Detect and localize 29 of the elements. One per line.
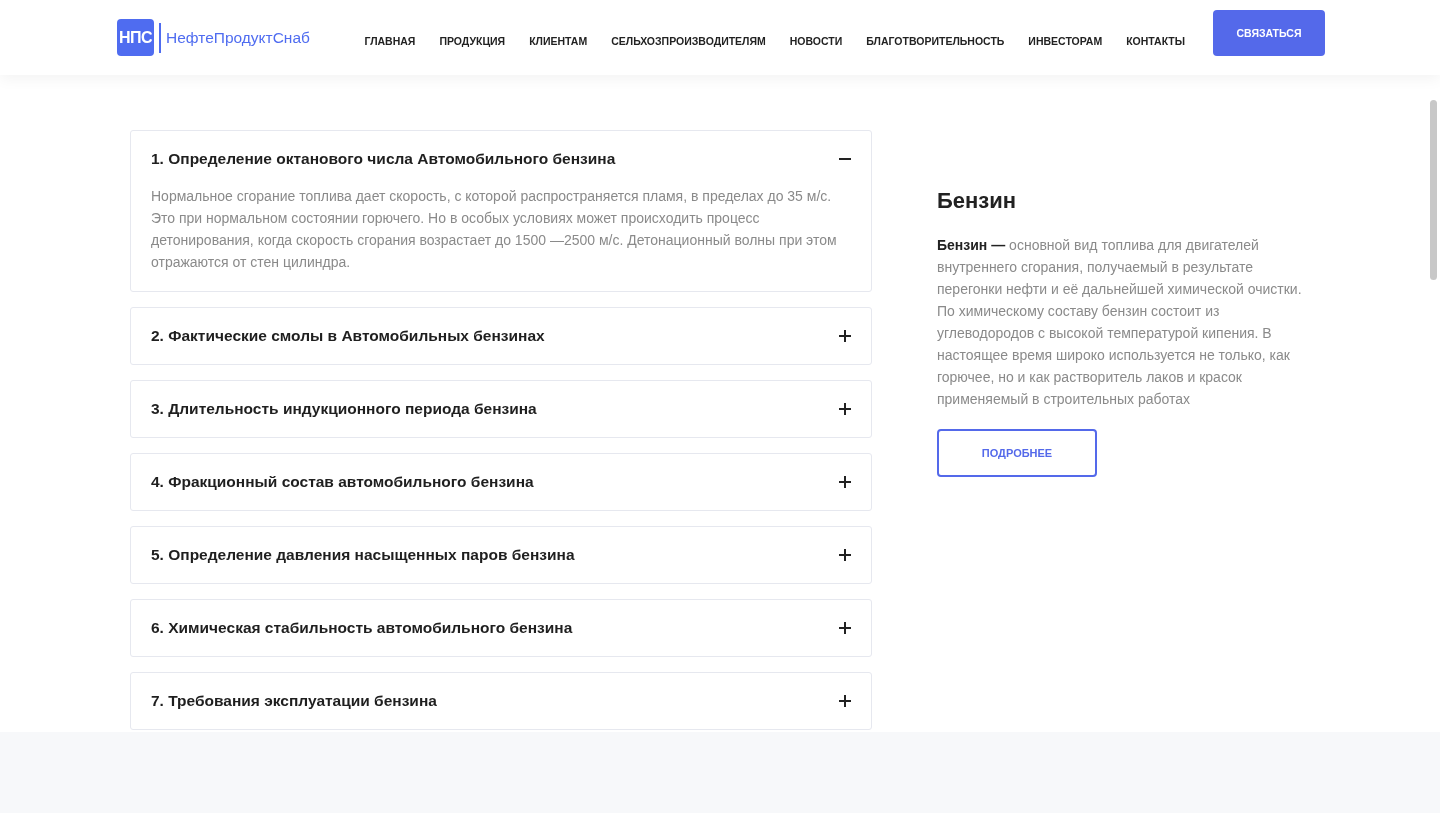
nav-link[interactable]: НОВОСТИ (789, 34, 843, 47)
accordion-title[interactable]: 7. Требования эксплуатации бензина (151, 692, 437, 710)
logo-mark[interactable]: НПС (117, 19, 154, 56)
nav-link[interactable]: КЛИЕНТАМ (529, 34, 588, 47)
more-button[interactable]: ПОДРОБНЕЕ (937, 429, 1097, 477)
accordion-text: Нормальное сгорание топлива дает скорость, с которой распространяется пламя, в пределах до 35 м/с. Это при нормальном состоянии горючего. Но в особых условиях может происходить процесс детонирования, когда скорость сгорания возрастает до 1500 —2500 м/с. Детонационный волны при этом отражаются от стен цилиндра. (151, 187, 838, 272)
nav-link[interactable]: КОНТАКТЫ (1126, 34, 1185, 47)
accordion-title[interactable]: 2. Фактические смолы в Автомобильных бензинах (151, 327, 545, 345)
plus-icon[interactable] (839, 403, 851, 415)
accordion-title[interactable]: 1. Определение октанового числа Автомобильного бензина (151, 150, 616, 168)
contact-button[interactable]: СВЯЗАТЬСЯ (1213, 9, 1325, 56)
plus-icon[interactable] (839, 476, 851, 488)
plus-icon[interactable] (839, 695, 851, 707)
nav-link[interactable]: ИНВЕСТОРАМ (1028, 34, 1103, 47)
nav-link[interactable]: БЛАГОТВОРИТЕЛЬНОСТЬ (866, 34, 1005, 47)
plus-icon[interactable] (839, 622, 851, 634)
sidebar-title: Бензин (937, 188, 1018, 214)
plus-icon[interactable] (839, 330, 851, 342)
accordion-title[interactable]: 6. Химическая стабильность автомобильного бензина (151, 619, 573, 637)
scrollbar-thumb[interactable] (1430, 100, 1437, 280)
nav-link[interactable]: ГЛАВНАЯ (364, 34, 416, 47)
logo-name[interactable]: НефтеПродуктСнаб (159, 22, 310, 53)
nav-link[interactable]: СЕЛЬХОЗПРОИЗВОДИТЕЛЯМ (611, 34, 766, 47)
sidebar-description: Бензин — основной вид топлива для двигателей внутреннего сгорания, получаемый в результате перегонки нефти и её дальнейшей химической очистки. По химическому составу бензин состоит из углеводородов с высокой температурой кипения. В настоящее время широко используется не только, как горючее, но и как растворитель лаков и красок применяемый в строительных работах (937, 236, 1302, 409)
nav-link[interactable]: ПРОДУКЦИЯ (439, 34, 506, 47)
accordion-title[interactable]: 5. Определение давления насыщенных паров бензина (151, 546, 575, 564)
accordion-title[interactable]: 4. Фракционный состав автомобильного бензина (151, 473, 534, 491)
plus-icon[interactable] (839, 549, 851, 561)
accordion-title[interactable]: 3. Длительность индукционного периода бензина (151, 400, 537, 418)
